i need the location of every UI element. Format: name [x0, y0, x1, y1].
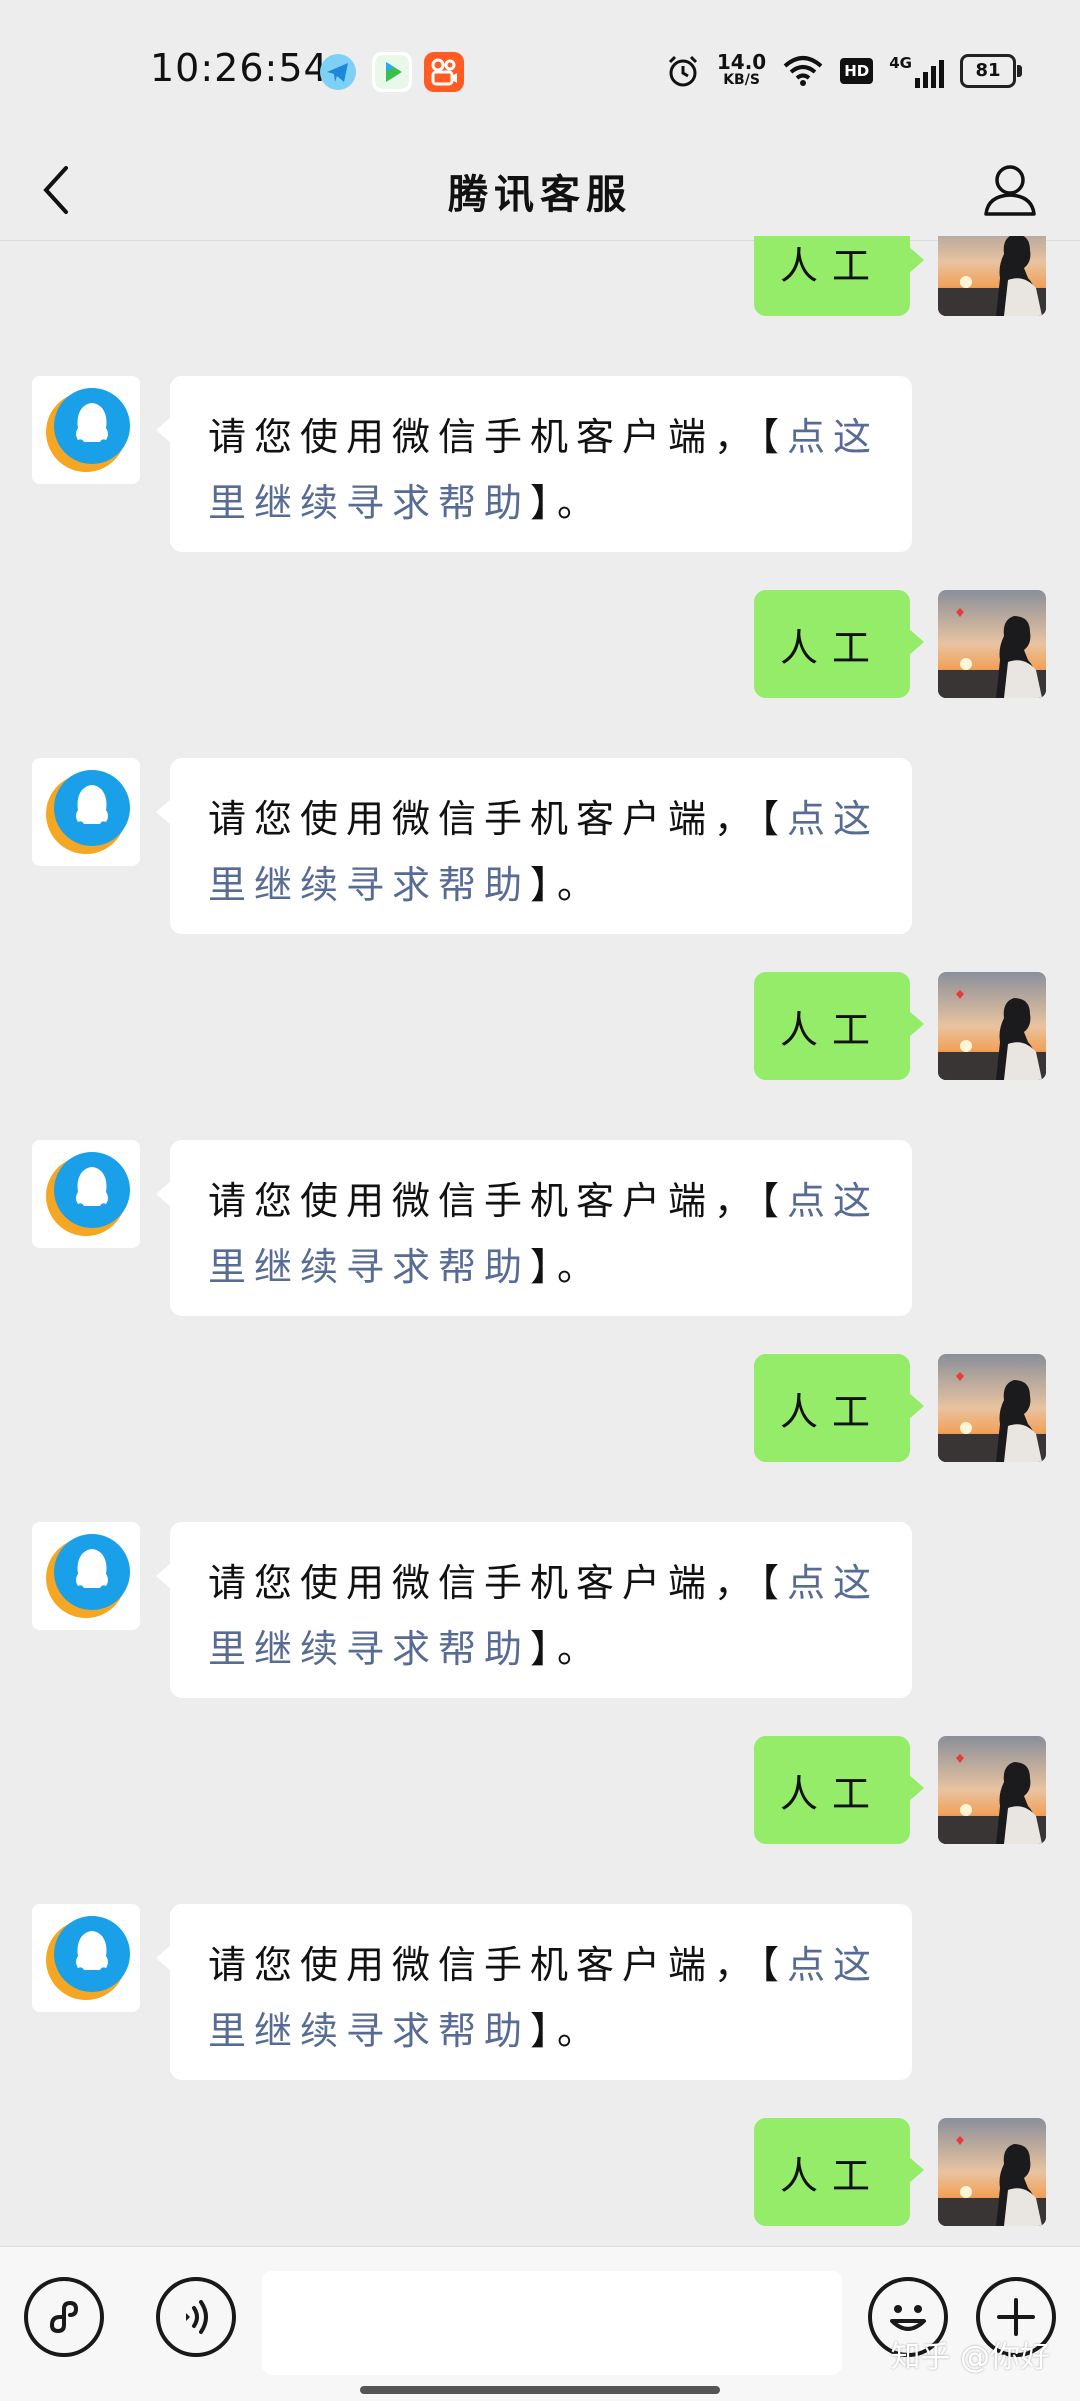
- my-message-text: 人工: [779, 625, 884, 670]
- my-message-bubble[interactable]: 人工: [754, 1354, 924, 1462]
- message-input[interactable]: [262, 2271, 842, 2375]
- bot-message-suffix: 】。: [530, 1627, 604, 1671]
- message-list[interactable]: 人工 请您使用微信手机客户端，【点这里继续寻求帮助】。 人工 请您使用微信手机客…: [0, 236, 1080, 2246]
- hd-badge: HD: [840, 58, 874, 84]
- my-message-bubble[interactable]: 人工: [754, 972, 924, 1080]
- my-message-text: 人工: [779, 243, 884, 288]
- service-avatar[interactable]: [32, 1522, 140, 1630]
- my-avatar[interactable]: [938, 1354, 1046, 1462]
- bot-message-bubble: 请您使用微信手机客户端，【点这里继续寻求帮助】。: [156, 1522, 912, 1698]
- my-avatar[interactable]: [938, 2118, 1046, 2226]
- bot-message-bubble: 请您使用微信手机客户端，【点这里继续寻求帮助】。: [156, 1140, 912, 1316]
- telegram-notification-icon: [318, 52, 358, 92]
- service-avatar[interactable]: [32, 376, 140, 484]
- bot-message-text: 请您使用微信手机客户端，【: [208, 1943, 788, 1987]
- home-indicator[interactable]: [360, 2386, 720, 2394]
- my-avatar[interactable]: [938, 236, 1046, 316]
- qq-service-logo-icon: [32, 376, 140, 484]
- voice-button[interactable]: [156, 2277, 236, 2357]
- bot-message-bubble: 请您使用微信手机客户端，【点这里继续寻求帮助】。: [156, 376, 912, 552]
- service-avatar[interactable]: [32, 1904, 140, 2012]
- link-icon: [50, 2300, 79, 2334]
- my-message-bubble[interactable]: 人工: [754, 1736, 924, 1844]
- battery-indicator: 81: [960, 54, 1022, 88]
- video-app-notification-icon: [372, 52, 412, 92]
- person-icon: [984, 165, 1036, 216]
- chat-info-button[interactable]: [980, 160, 1040, 220]
- my-avatar[interactable]: [938, 972, 1046, 1080]
- network-type: 4G: [889, 54, 912, 72]
- alarm-icon: [668, 55, 697, 87]
- bot-message-suffix: 】。: [530, 2009, 604, 2053]
- chat-input-bar: [0, 2246, 1080, 2401]
- cellular-signal: 4G: [889, 54, 944, 88]
- my-message-text: 人工: [779, 1771, 884, 1816]
- bot-message-bubble: 请您使用微信手机客户端，【点这里继续寻求帮助】。: [156, 1904, 912, 2080]
- bot-message-text: 请您使用微信手机客户端，【: [208, 797, 788, 841]
- voice-icon: [186, 2300, 208, 2334]
- my-message-bubble[interactable]: 人工: [754, 590, 924, 698]
- qq-service-logo-icon: [32, 1522, 140, 1630]
- my-message-bubble[interactable]: 人工: [754, 2118, 924, 2226]
- status-time: 10:26:54: [150, 46, 329, 90]
- network-speed-unit: KB/S: [723, 72, 760, 88]
- my-message-text: 人工: [779, 2153, 884, 2198]
- chat-header: 腾讯客服: [0, 140, 1080, 241]
- qq-service-logo-icon: [32, 1140, 140, 1248]
- qq-service-logo-icon: [32, 758, 140, 866]
- status-right-group: 14.0 KB/S HD 4G 81: [665, 46, 1022, 96]
- mini-program-button[interactable]: [24, 2277, 104, 2357]
- my-avatar[interactable]: [938, 590, 1046, 698]
- bot-message-bubble: 请您使用微信手机客户端，【点这里继续寻求帮助】。: [156, 758, 912, 934]
- bot-message-suffix: 】。: [530, 1245, 604, 1289]
- service-avatar[interactable]: [32, 1140, 140, 1248]
- status-bar: 10:26:54 14.0 KB/S HD 4G 81: [0, 0, 1080, 140]
- network-speed: 14.0 KB/S: [716, 50, 767, 89]
- bot-message-text: 请您使用微信手机客户端，【: [208, 1179, 788, 1223]
- qq-service-logo-icon: [32, 1904, 140, 2012]
- my-message-text: 人工: [779, 1007, 884, 1052]
- my-message-text: 人工: [779, 1389, 884, 1434]
- wifi-icon: [783, 56, 823, 86]
- bot-message-text: 请您使用微信手机客户端，【: [208, 1561, 788, 1605]
- my-message-bubble[interactable]: 人工: [754, 236, 924, 316]
- my-avatar[interactable]: [938, 1736, 1046, 1844]
- kuaishou-notification-icon: [424, 52, 464, 92]
- bot-message-text: 请您使用微信手机客户端，【: [208, 415, 788, 459]
- network-speed-value: 14.0: [716, 50, 767, 74]
- bot-message-suffix: 】。: [530, 481, 604, 525]
- bot-message-suffix: 】。: [530, 863, 604, 907]
- watermark: 知乎 @你好: [890, 2340, 1050, 2375]
- chat-title: 腾讯客服: [448, 171, 632, 218]
- service-avatar[interactable]: [32, 758, 140, 866]
